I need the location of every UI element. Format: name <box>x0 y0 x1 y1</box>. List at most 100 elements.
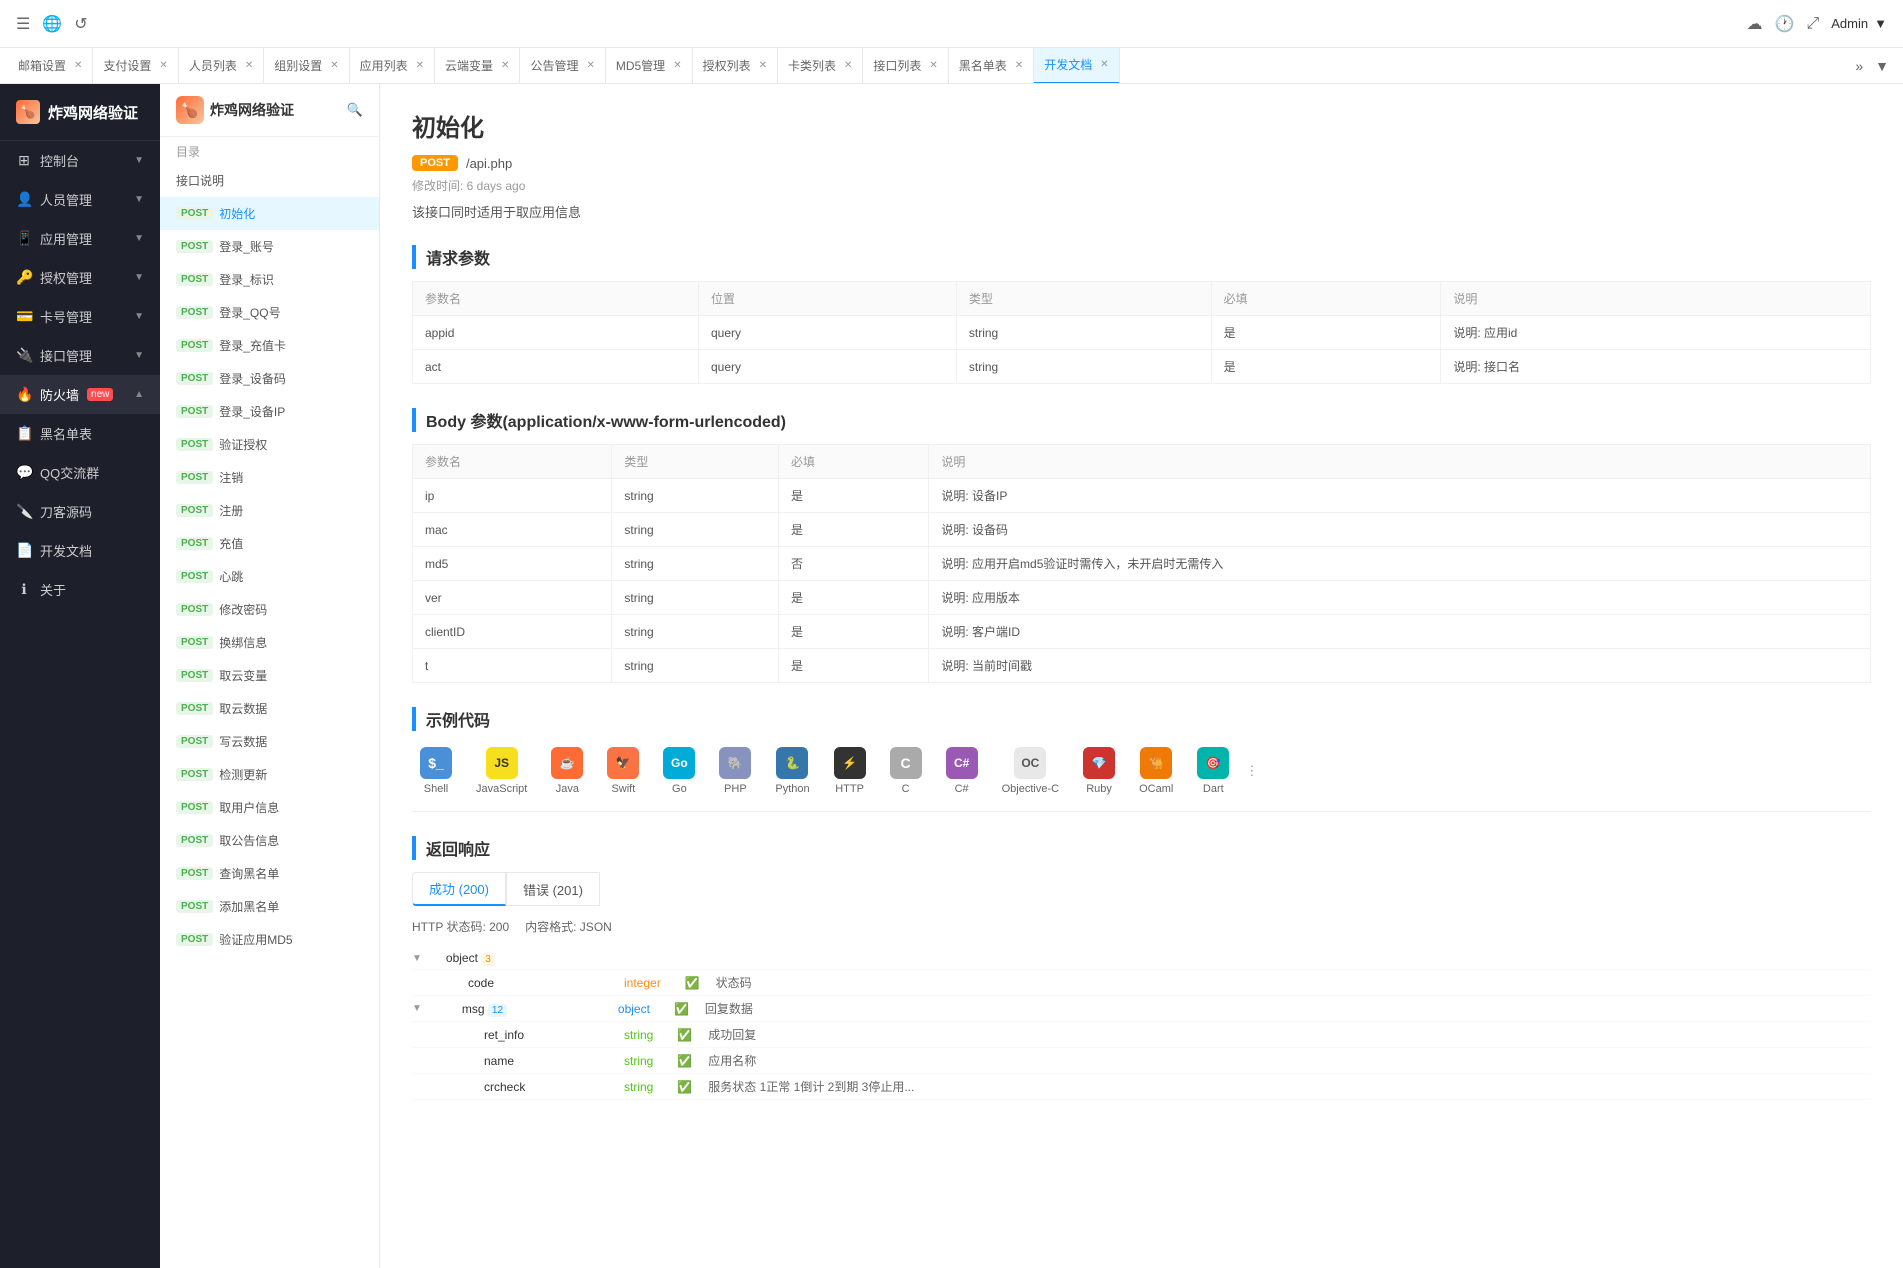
api-item-description[interactable]: 接口说明 <box>160 164 379 197</box>
api-item-login-account[interactable]: POST 登录_账号 <box>160 230 379 263</box>
api-item-logout[interactable]: POST 注销 <box>160 461 379 494</box>
api-item-login-recharge[interactable]: POST 登录_充值卡 <box>160 329 379 362</box>
tab-card-list[interactable]: 卡类列表 ✕ <box>778 48 863 84</box>
code-tab-c[interactable]: C C <box>882 743 930 799</box>
sidebar-item-about[interactable]: ℹ 关于 <box>0 570 160 609</box>
tab-payment-settings[interactable]: 支付设置 ✕ <box>93 48 178 84</box>
sidebar-item-firewall[interactable]: 🔥 防火墙 new ▲ <box>0 375 160 414</box>
close-icon[interactable]: ✕ <box>159 60 167 71</box>
tab-label: 人员列表 <box>189 57 237 74</box>
api-item-login-device-code[interactable]: POST 登录_设备码 <box>160 362 379 395</box>
close-icon[interactable]: ✕ <box>330 60 338 71</box>
sidebar-item-auth[interactable]: 🔑 授权管理 ▼ <box>0 258 160 297</box>
resp-tab-success[interactable]: 成功 (200) <box>412 872 506 906</box>
close-icon[interactable]: ✕ <box>929 60 937 71</box>
tab-auth-list[interactable]: 授权列表 ✕ <box>693 48 778 84</box>
close-icon[interactable]: ✕ <box>673 60 681 71</box>
api-item-verify-md5[interactable]: POST 验证应用MD5 <box>160 923 379 956</box>
close-icon[interactable]: ✕ <box>844 60 852 71</box>
api-item-login-qq[interactable]: POST 登录_QQ号 <box>160 296 379 329</box>
code-tab-csharp[interactable]: C# C# <box>938 743 986 799</box>
close-icon[interactable]: ✕ <box>416 60 424 71</box>
code-tab-go[interactable]: Go Go <box>655 743 703 799</box>
tab-nav-more[interactable]: » <box>1849 58 1869 74</box>
tab-cloud-var[interactable]: 云端变量 ✕ <box>435 48 520 84</box>
sidebar-item-dashboard[interactable]: ⊞ 控制台 ▼ <box>0 141 160 180</box>
code-tab-dart[interactable]: 🎯 Dart <box>1189 743 1237 799</box>
sidebar-logo: 🍗 炸鸡网络验证 <box>0 84 160 141</box>
resp-row-ret-info: ret_info string ✅ 成功回复 <box>412 1022 1871 1048</box>
api-item-query-blacklist[interactable]: POST 查询黑名单 <box>160 857 379 890</box>
api-item-register[interactable]: POST 注册 <box>160 494 379 527</box>
code-tab-shell[interactable]: $_ Shell <box>412 743 460 799</box>
api-item-change-password[interactable]: POST 修改密码 <box>160 593 379 626</box>
sidebar-item-knife-source[interactable]: 🔪 刀客源码 <box>0 492 160 531</box>
close-icon[interactable]: ✕ <box>759 60 767 71</box>
search-icon[interactable]: 🔍 <box>347 102 363 118</box>
api-item-heartbeat[interactable]: POST 心跳 <box>160 560 379 593</box>
code-tab-ocaml[interactable]: 🐫 OCaml <box>1131 743 1181 799</box>
globe-icon[interactable]: 🌐 <box>42 14 62 34</box>
code-tab-swift[interactable]: 🦅 Swift <box>599 743 647 799</box>
tab-blacklist[interactable]: 黑名单表 ✕ <box>949 48 1034 84</box>
api-item-get-cloud-data[interactable]: POST 取云数据 <box>160 692 379 725</box>
sidebar-item-card[interactable]: 💳 卡号管理 ▼ <box>0 297 160 336</box>
code-tab-http[interactable]: ⚡ HTTP <box>826 743 874 799</box>
chevron-down-icon: ▼ <box>134 194 144 205</box>
tab-dev-docs[interactable]: 开发文档 ✕ <box>1034 48 1119 84</box>
clock-icon[interactable]: 🕐 <box>1775 14 1795 34</box>
api-item-login-device-ip[interactable]: POST 登录_设备IP <box>160 395 379 428</box>
api-item-get-cloud-var[interactable]: POST 取云变量 <box>160 659 379 692</box>
sidebar-item-interface[interactable]: 🔌 接口管理 ▼ <box>0 336 160 375</box>
code-tab-javascript[interactable]: JS JavaScript <box>468 743 535 799</box>
close-icon[interactable]: ✕ <box>1100 59 1108 70</box>
code-tab-objc[interactable]: OC Objective-C <box>994 743 1067 799</box>
tab-label: 授权列表 <box>703 57 751 74</box>
code-tab-python[interactable]: 🐍 Python <box>767 743 817 799</box>
sidebar-item-app-manage[interactable]: 📱 应用管理 ▼ <box>0 219 160 258</box>
tab-api-list[interactable]: 接口列表 ✕ <box>863 48 948 84</box>
cloud-icon[interactable]: ☁ <box>1747 14 1763 34</box>
menu-icon[interactable]: ☰ <box>16 14 30 34</box>
close-icon[interactable]: ✕ <box>1015 60 1023 71</box>
code-tab-java[interactable]: ☕ Java <box>543 743 591 799</box>
api-item-init[interactable]: POST 初始化 <box>160 197 379 230</box>
sidebar-item-qq-group[interactable]: 💬 QQ交流群 <box>0 453 160 492</box>
api-item-check-update[interactable]: POST 检测更新 <box>160 758 379 791</box>
tab-announcement[interactable]: 公告管理 ✕ <box>520 48 605 84</box>
api-item-recharge[interactable]: POST 充值 <box>160 527 379 560</box>
go-icon: Go <box>663 747 695 779</box>
sidebar-item-dev-docs[interactable]: 📄 开发文档 <box>0 531 160 570</box>
resp-tab-error[interactable]: 错误 (201) <box>506 872 600 906</box>
code-tab-php[interactable]: 🐘 PHP <box>711 743 759 799</box>
api-item-verify-auth[interactable]: POST 验证授权 <box>160 428 379 461</box>
sidebar-item-blacklist[interactable]: 📋 黑名单表 <box>0 414 160 453</box>
expand-icon[interactable]: ▼ <box>412 1003 422 1014</box>
api-item-write-cloud-data[interactable]: POST 写云数据 <box>160 725 379 758</box>
tab-group-settings[interactable]: 组别设置 ✕ <box>264 48 349 84</box>
more-code-tabs[interactable]: ⋮ <box>1245 763 1258 779</box>
tab-email-settings[interactable]: 邮箱设置 ✕ <box>8 48 93 84</box>
refresh-icon[interactable]: ↺ <box>74 14 87 34</box>
api-item-get-user-info[interactable]: POST 取用户信息 <box>160 791 379 824</box>
tab-personnel-list[interactable]: 人员列表 ✕ <box>179 48 264 84</box>
close-icon[interactable]: ✕ <box>74 60 82 71</box>
api-item-add-blacklist[interactable]: POST 添加黑名单 <box>160 890 379 923</box>
tab-app-list[interactable]: 应用列表 ✕ <box>350 48 435 84</box>
code-tab-ruby[interactable]: 💎 Ruby <box>1075 743 1123 799</box>
close-icon[interactable]: ✕ <box>245 60 253 71</box>
close-icon[interactable]: ✕ <box>501 60 509 71</box>
knife-icon: 🔪 <box>16 503 32 520</box>
api-item-get-notice[interactable]: POST 取公告信息 <box>160 824 379 857</box>
close-icon[interactable]: ✕ <box>586 60 594 71</box>
admin-user[interactable]: Admin ▼ <box>1831 16 1887 31</box>
expand-icon[interactable]: ⤢ <box>1806 15 1819 33</box>
api-item-rebind[interactable]: POST 换绑信息 <box>160 626 379 659</box>
param-type: string <box>612 649 779 683</box>
api-item-login-token[interactable]: POST 登录_标识 <box>160 263 379 296</box>
sidebar-item-personnel[interactable]: 👤 人员管理 ▼ <box>0 180 160 219</box>
expand-icon[interactable]: ▼ <box>412 953 422 964</box>
resp-row-msg: ▼ msg 12 object ✅ 回复数据 <box>412 996 1871 1022</box>
tab-nav-down[interactable]: ▼ <box>1869 58 1895 74</box>
tab-md5[interactable]: MD5管理 ✕ <box>606 48 693 84</box>
